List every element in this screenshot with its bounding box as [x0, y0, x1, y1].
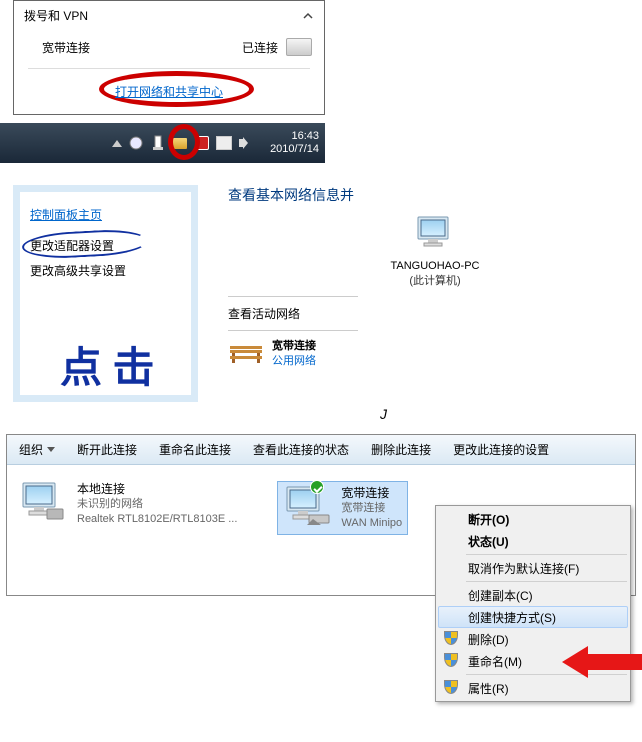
taskbar-clock[interactable]: 16:43 2010/7/14 [270, 130, 319, 156]
control-panel-home-link[interactable]: 控制面板主页 [30, 206, 102, 223]
connection-device-text: WAN Minipo [341, 516, 402, 531]
modem-icon [286, 38, 312, 56]
toolbar-status[interactable]: 查看此连接的状态 [253, 441, 349, 458]
tray-security-icon[interactable] [194, 135, 210, 151]
connection-name: 宽带连接 [341, 485, 402, 501]
separator [466, 581, 627, 582]
ctx-properties[interactable]: 属性(R) [438, 677, 628, 699]
network-adapter-icon [283, 485, 331, 529]
connection-device-text: Realtek RTL8102E/RTL8103E ... [77, 512, 237, 527]
separator [466, 554, 627, 555]
change-adapter-settings-link[interactable]: 更改适配器设置 [30, 237, 181, 254]
computer-name: TANGUOHAO-PC [228, 260, 642, 272]
shield-icon [444, 653, 458, 667]
shield-icon [444, 680, 458, 694]
ctx-disconnect[interactable]: 断开(O) [438, 508, 628, 530]
chevron-down-icon [47, 447, 55, 452]
connection-row[interactable]: 宽带连接 已连接 [14, 30, 324, 64]
connection-local[interactable]: 本地连接 未识别的网络 Realtek RTL8102E/RTL8103E ..… [19, 481, 237, 535]
ctx-create-shortcut[interactable]: 创建快捷方式(S) [438, 606, 628, 628]
computer-icon [414, 215, 456, 251]
context-menu: 断开(O) 状态(U) 取消作为默认连接(F) 创建副本(C) 创建快捷方式(S… [435, 505, 631, 702]
connection-status-text: 未识别的网络 [77, 497, 237, 512]
network-adapter-icon [19, 481, 67, 525]
shield-icon [444, 631, 458, 645]
separator [28, 68, 310, 69]
change-sharing-settings-link[interactable]: 更改高级共享设置 [30, 262, 181, 279]
connection-status-text: 宽带连接 [341, 501, 402, 516]
annotation-handwriting: 点 击 [60, 334, 155, 395]
toolbar-change[interactable]: 更改此连接的设置 [453, 441, 549, 458]
connection-status: 已连接 [242, 39, 278, 56]
taskbar: 16:43 2010/7/14 [0, 123, 325, 163]
network-center-title: 查看基本网络信息并 [228, 185, 642, 205]
separator [228, 296, 358, 297]
bench-icon [228, 342, 264, 366]
cursor-text: J [380, 406, 387, 422]
separator [466, 674, 627, 675]
ctx-copy[interactable]: 创建副本(C) [438, 584, 628, 606]
clock-date: 2010/7/14 [270, 143, 319, 156]
toolbar: 组织 断开此连接 重命名此连接 查看此连接的状态 删除此连接 更改此连接的设置 [7, 435, 635, 465]
tray-action-center-icon[interactable] [150, 135, 166, 151]
connection-broadband-selected[interactable]: 宽带连接 宽带连接 WAN Minipo [277, 481, 408, 535]
network-center-main: 查看基本网络信息并 TANGUOHAO-PC (此计算机) 查看活动网络 [228, 185, 642, 402]
toolbar-organize[interactable]: 组织 [19, 441, 55, 458]
ctx-status[interactable]: 状态(U) [438, 530, 628, 552]
popup-header-title: 拨号和 VPN [24, 7, 88, 24]
system-tray: 16:43 2010/7/14 [62, 130, 319, 156]
ctx-delete[interactable]: 删除(D) [438, 628, 628, 650]
toolbar-disconnect[interactable]: 断开此连接 [77, 441, 137, 458]
tray-folder-icon[interactable] [172, 135, 188, 151]
connection-name: 宽带连接 [42, 39, 242, 56]
open-network-center-link[interactable]: 打开网络和共享中心 [115, 85, 223, 99]
chevron-up-icon[interactable] [302, 10, 314, 22]
network-tray-popup: 拨号和 VPN 宽带连接 已连接 打开网络和共享中心 [13, 0, 325, 115]
connection-name: 本地连接 [77, 481, 237, 497]
active-network-type[interactable]: 公用网络 [272, 354, 316, 369]
tray-expand-icon[interactable] [112, 140, 122, 147]
active-network-name: 宽带连接 [272, 339, 316, 354]
clock-time: 16:43 [270, 130, 319, 143]
ctx-rename[interactable]: 重命名(M) [438, 650, 628, 672]
tray-network-icon[interactable] [216, 135, 232, 151]
network-connections-window: 组织 断开此连接 重命名此连接 查看此连接的状态 删除此连接 更改此连接的设置 … [6, 434, 636, 596]
computer-sub: (此计算机) [228, 272, 642, 288]
control-panel-sidebar: 控制面板主页 更改适配器设置 更改高级共享设置 点 击 [13, 185, 198, 402]
activity-label: 查看活动网络 [228, 305, 642, 322]
popup-header: 拨号和 VPN [14, 1, 324, 30]
toolbar-rename[interactable]: 重命名此连接 [159, 441, 231, 458]
tray-volume-icon[interactable] [238, 135, 254, 151]
tray-app-icon[interactable] [128, 135, 144, 151]
toolbar-delete[interactable]: 删除此连接 [371, 441, 431, 458]
separator [228, 330, 358, 331]
ctx-unset-default[interactable]: 取消作为默认连接(F) [438, 557, 628, 579]
